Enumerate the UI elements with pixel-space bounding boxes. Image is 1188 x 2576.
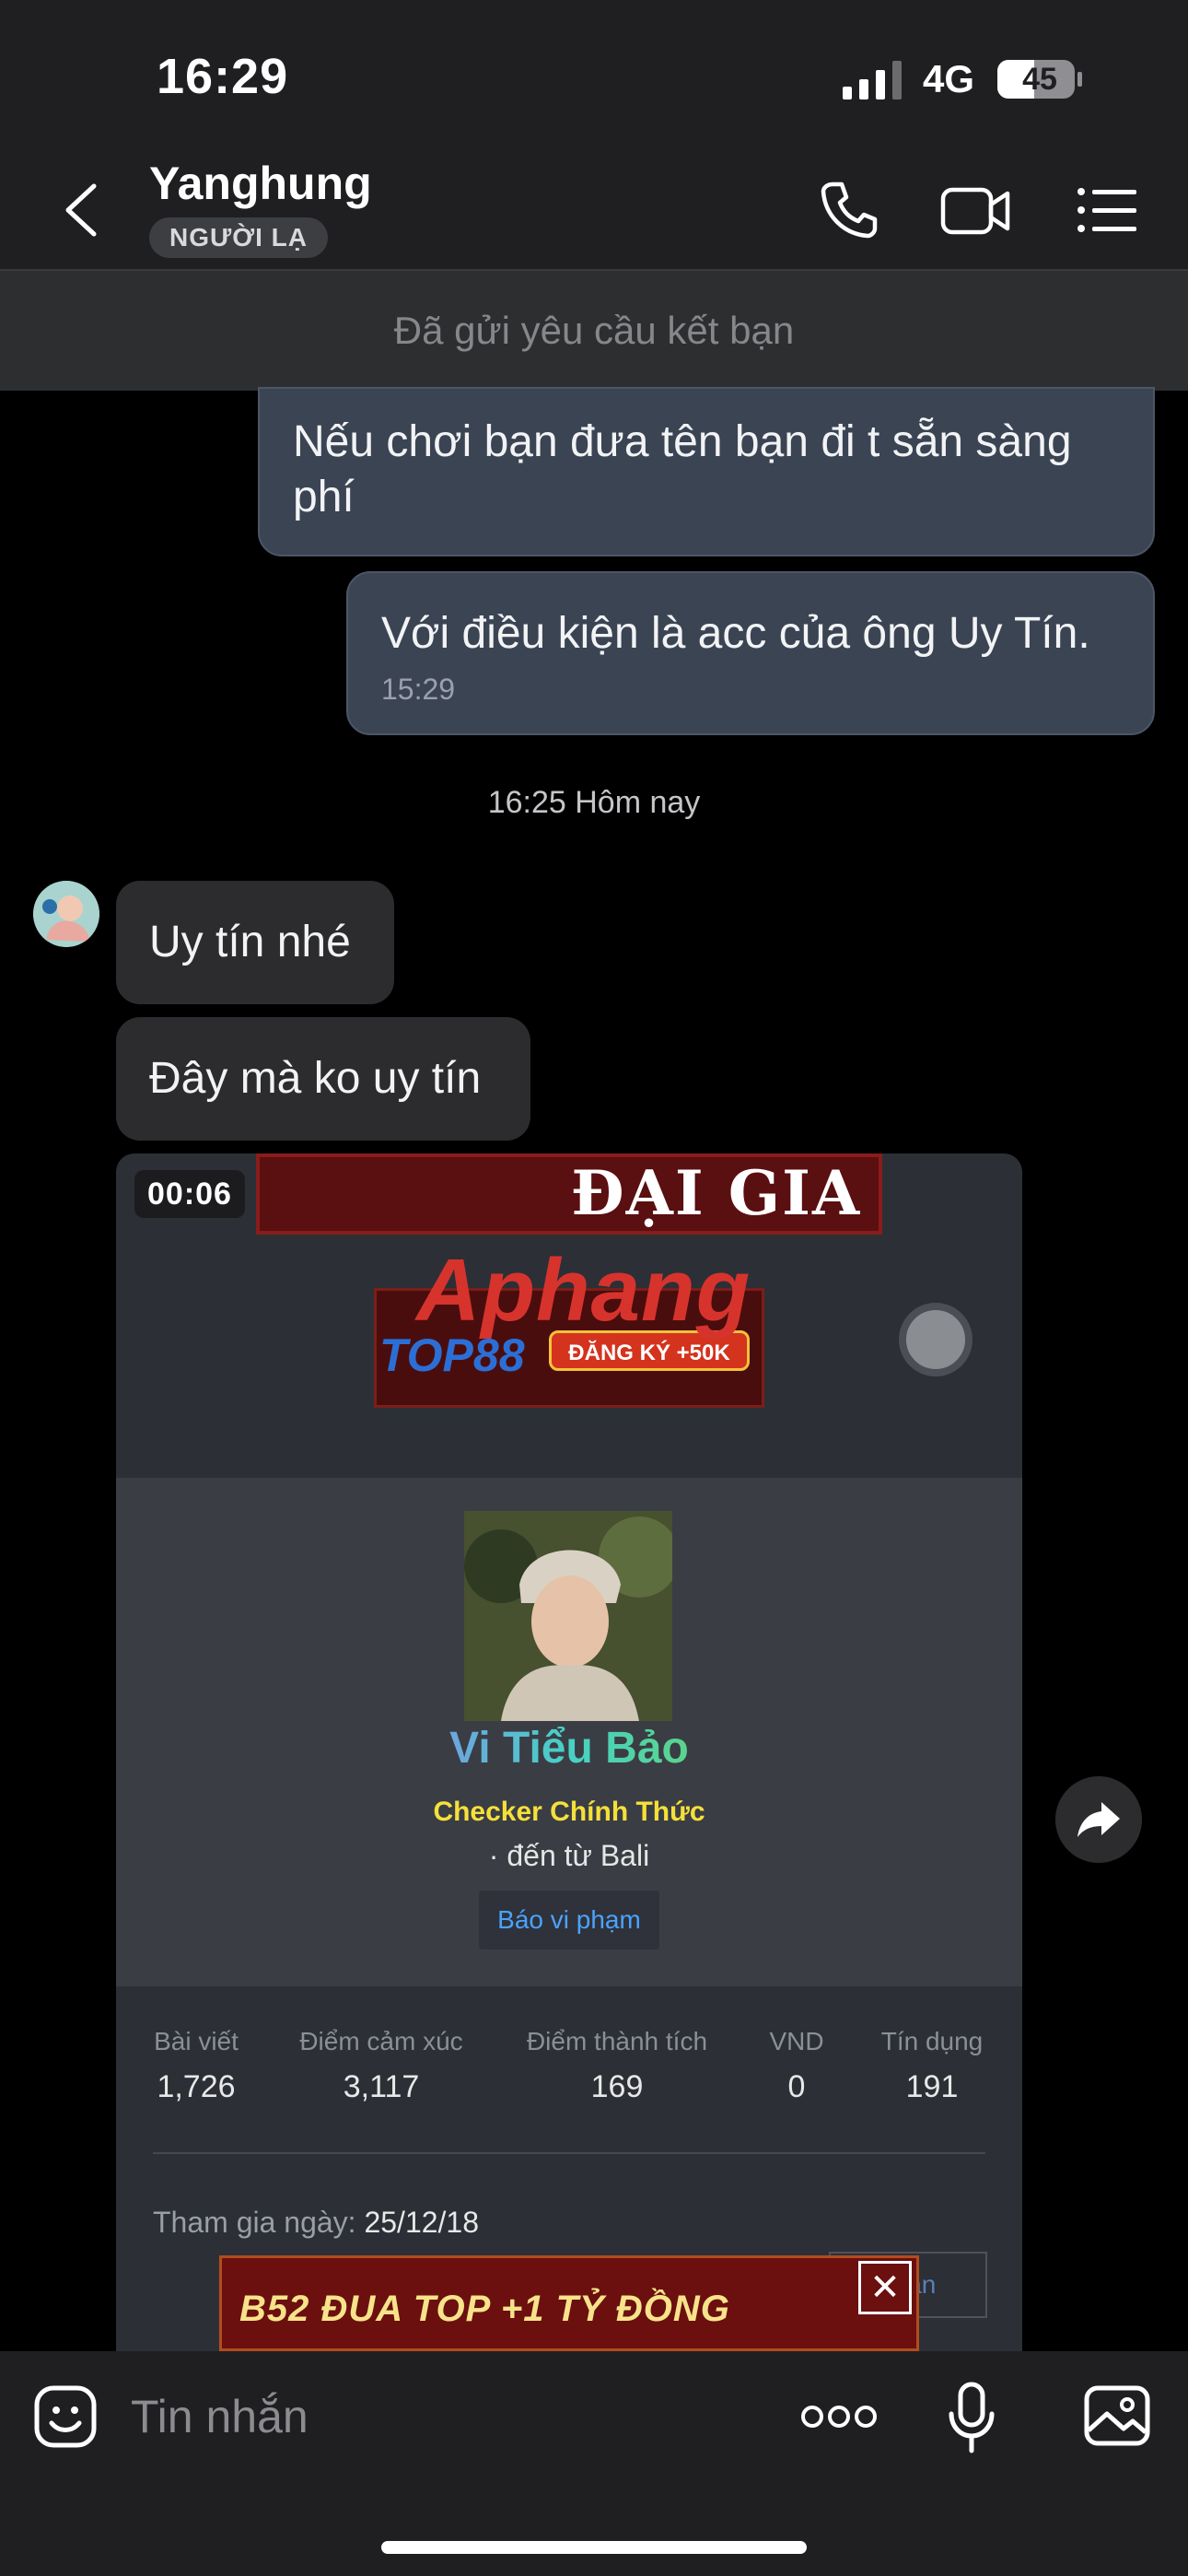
top-banner-text: ĐẠI GIA	[571, 1157, 862, 1229]
video-watermark: Aphang	[416, 1241, 751, 1340]
profile-username: Vi Tiểu Bảo	[116, 1723, 1022, 1774]
stranger-badge: NGƯỜI LẠ	[149, 217, 328, 258]
stat-achievements: Điểm thành tích 169	[516, 2027, 718, 2105]
floating-circle-button	[899, 1303, 973, 1376]
home-indicator[interactable]	[381, 2541, 807, 2554]
status-time: 16:29	[157, 49, 289, 104]
share-forward-icon[interactable]	[1055, 1776, 1142, 1863]
stat-value: 169	[590, 2069, 644, 2104]
join-date: Tham gia ngày: 25/12/18	[153, 2206, 479, 2240]
profile-origin: · đến từ Bali	[488, 1839, 650, 1872]
bottom-ad-text: B52 ĐUA TOP +1 TỶ ĐỒNG	[239, 2289, 730, 2329]
message-time: 15:29	[381, 673, 456, 706]
close-icon: ✕	[858, 2261, 912, 2314]
outgoing-message[interactable]: Nếu chơi bạn đưa tên bạn đi t sẵn sàng p…	[258, 387, 1155, 556]
join-label: Tham gia ngày:	[153, 2206, 356, 2239]
stat-label: Điểm thành tích	[526, 2027, 708, 2055]
report-button: Báo vi phạm	[479, 1891, 659, 1950]
outgoing-message[interactable]: Với điều kiện là acc của ông Uy Tín. 15:…	[346, 571, 1155, 735]
stat-reactions: Điểm cảm xúc 3,117	[287, 2027, 475, 2105]
stat-label: VND	[769, 2027, 824, 2055]
stat-value: 191	[905, 2069, 959, 2104]
stat-value: 1,726	[157, 2069, 236, 2104]
phone-icon[interactable]	[816, 177, 882, 243]
message-text: Với điều kiện là acc của ông Uy Tín.	[381, 609, 1090, 658]
date-separator: 16:25 Hôm nay	[487, 785, 701, 820]
stat-posts: Bài viết 1,726	[138, 2027, 254, 2105]
gallery-icon[interactable]	[1083, 2384, 1151, 2447]
friend-request-status: Đã gửi yêu cầu kết bạn	[0, 271, 1188, 391]
more-icon[interactable]	[801, 2401, 877, 2432]
stat-vnd: VND 0	[753, 2027, 840, 2105]
stat-value: 3,117	[343, 2069, 420, 2104]
microphone-icon[interactable]	[947, 2381, 996, 2456]
network-type: 4G	[923, 57, 975, 100]
profile-role: Checker Chính Thức	[433, 1797, 705, 1827]
sticker-icon[interactable]	[33, 2384, 98, 2449]
stat-label: Bài viết	[154, 2027, 239, 2055]
stat-credit: Tín dụng 191	[868, 2027, 996, 2105]
incoming-message[interactable]: Uy tín nhé	[116, 881, 394, 1004]
join-date-value: 25/12/18	[364, 2206, 480, 2239]
avatar[interactable]	[33, 881, 99, 947]
video-camera-icon[interactable]	[939, 177, 1011, 243]
contact-name[interactable]: Yanghung	[149, 157, 372, 210]
stat-label: Điểm cảm xúc	[299, 2027, 463, 2055]
video-duration: 00:06	[134, 1170, 245, 1218]
menu-list-icon[interactable]	[1074, 177, 1140, 243]
signal-icon	[843, 61, 902, 100]
chevron-left-icon[interactable]	[55, 181, 111, 240]
divider	[153, 2152, 985, 2154]
battery-level: 45	[1022, 62, 1057, 97]
stat-value: 0	[787, 2069, 806, 2104]
incoming-message[interactable]: Đây mà ko uy tín	[116, 1017, 530, 1141]
message-input[interactable]	[131, 2386, 683, 2447]
stat-label: Tín dụng	[880, 2027, 984, 2055]
profile-photo	[464, 1511, 672, 1721]
